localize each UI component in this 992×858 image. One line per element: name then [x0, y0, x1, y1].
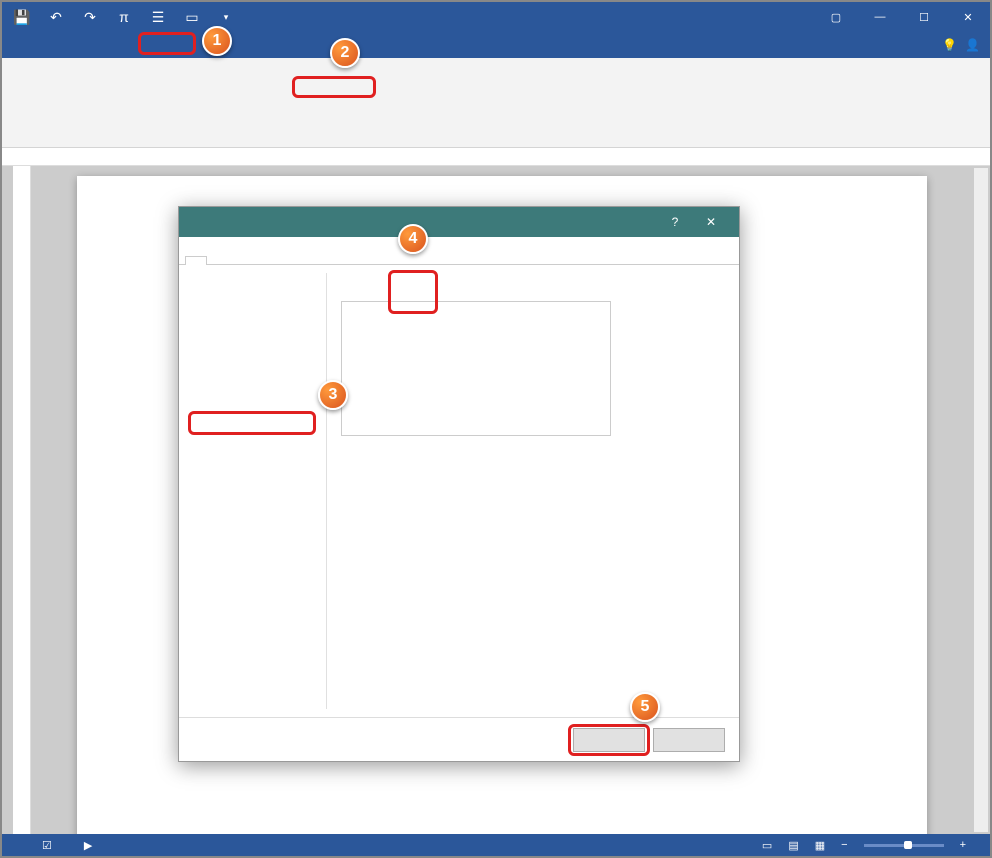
zoom-slider[interactable]	[864, 844, 944, 847]
ribbon	[2, 58, 990, 148]
quick-access-toolbar: 💾 ↶ ↷ π ☰ ▭ ▾	[2, 9, 234, 25]
callout-2: 2	[330, 38, 360, 68]
callout-5: 5	[630, 692, 660, 722]
vertical-ruler	[13, 166, 31, 834]
zoom-out-icon[interactable]: −	[841, 839, 847, 851]
dialog-help-icon[interactable]: ?	[657, 215, 693, 229]
window-controls: ▢ — ☐ ✕	[814, 2, 990, 32]
title-bar: 💾 ↶ ↷ π ☰ ▭ ▾ ▢ — ☐ ✕	[2, 2, 990, 32]
tab-all-charts[interactable]	[185, 256, 207, 265]
status-proof-icon[interactable]: ☑	[42, 839, 52, 852]
dialog-close-icon[interactable]: ✕	[693, 215, 729, 229]
dialog-title-bar[interactable]: ? ✕	[179, 207, 739, 237]
horizontal-ruler	[2, 148, 990, 166]
qat-more-icon[interactable]: ▾	[218, 9, 234, 25]
menu-bar: 💡 👤	[2, 32, 990, 58]
view-web-icon[interactable]: ▦	[815, 839, 825, 852]
bullets-icon[interactable]: ☰	[150, 9, 166, 25]
ok-button[interactable]	[573, 728, 645, 752]
chart-preview[interactable]	[341, 301, 611, 436]
chart-subtype-row	[335, 273, 731, 289]
close-icon[interactable]: ✕	[946, 2, 990, 32]
undo-icon[interactable]: ↶	[48, 9, 64, 25]
callout-3: 3	[318, 380, 348, 410]
status-bar: ☑ ▶ ▭ ▤ ▦ − +	[2, 834, 990, 856]
dialog-tabs	[179, 237, 739, 265]
zoom-in-icon[interactable]: +	[960, 839, 966, 851]
dialog-footer	[179, 717, 739, 761]
maximize-icon[interactable]: ☐	[902, 2, 946, 32]
subtype-title	[335, 289, 731, 301]
pi-icon[interactable]: π	[116, 9, 132, 25]
preview-chart-svg	[348, 308, 606, 418]
ribbon-options-icon[interactable]: ▢	[814, 2, 858, 32]
redo-icon[interactable]: ↷	[82, 9, 98, 25]
page-icon[interactable]: ▭	[184, 9, 200, 25]
cancel-button[interactable]	[653, 728, 725, 752]
share-button[interactable]: 👤	[965, 38, 980, 52]
status-macro-icon[interactable]: ▶	[84, 839, 92, 852]
minimize-icon[interactable]: —	[858, 2, 902, 32]
view-read-icon[interactable]: ▭	[762, 839, 772, 852]
callout-4: 4	[398, 224, 428, 254]
save-icon[interactable]: 💾	[14, 9, 30, 25]
callout-1: 1	[202, 26, 232, 56]
vertical-scrollbar[interactable]	[974, 168, 988, 832]
tell-me[interactable]: 💡	[942, 38, 957, 52]
insert-chart-dialog: ? ✕	[178, 206, 740, 762]
chart-category-list	[187, 273, 327, 709]
view-print-icon[interactable]: ▤	[788, 839, 798, 852]
